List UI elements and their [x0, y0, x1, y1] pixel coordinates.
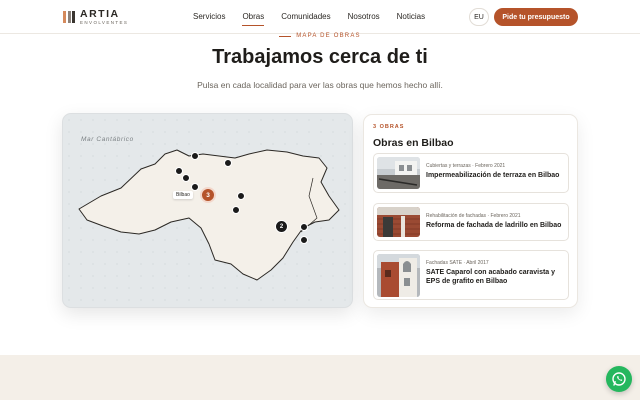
map-pin[interactable]	[175, 167, 183, 175]
work-thumbnail	[377, 207, 420, 237]
map-pin[interactable]	[224, 159, 232, 167]
eyebrow-divider	[279, 35, 292, 37]
sea-label: Mar Cantábrico	[81, 136, 134, 143]
work-thumbnail	[377, 157, 420, 189]
map-pin[interactable]	[300, 223, 308, 231]
map-pin[interactable]	[191, 183, 199, 191]
work-card[interactable]: Cubiertas y terrazas · Febrero 2021 Impe…	[373, 153, 569, 193]
work-title: Impermeabilización de terraza en Bilbao	[426, 172, 560, 179]
works-map[interactable]: Mar Cantábrico Bilbao 3 2	[62, 113, 353, 308]
bilbao-cluster-marker[interactable]: 3	[200, 187, 216, 203]
language-switch-button[interactable]: EU	[469, 8, 489, 26]
cluster-marker[interactable]: 2	[275, 220, 288, 233]
brand-logo[interactable]: ARTIA ENVOLVENTES	[63, 9, 128, 25]
work-meta: Fachadas SATE · Abril 2017	[426, 260, 489, 266]
whatsapp-button[interactable]	[606, 366, 632, 392]
work-thumbnail	[377, 254, 420, 297]
nav-item-comunidades[interactable]: Comunidades	[281, 12, 330, 21]
brand-name: ARTIA	[80, 8, 120, 20]
section-subtitle: Pulsa en cada localidad para ver las obr…	[197, 80, 443, 90]
nav-item-nosotros[interactable]: Nosotros	[348, 12, 380, 21]
work-title: Reforma de fachada de ladrillo en Bilbao	[426, 222, 562, 229]
map-pin[interactable]	[300, 236, 308, 244]
works-panel: 3 OBRAS Obras en Bilbao Cubiertas y terr…	[363, 114, 578, 308]
logo-mark-icon	[63, 11, 75, 23]
whatsapp-icon	[612, 372, 626, 386]
main-nav: Servicios Obras Comunidades Nosotros Not…	[193, 12, 442, 26]
site-header: ARTIA ENVOLVENTES Servicios Obras Comuni…	[0, 0, 640, 34]
nav-item-obras[interactable]: Obras	[242, 12, 264, 26]
map-pin[interactable]	[237, 192, 245, 200]
nav-item-servicios[interactable]: Servicios	[193, 12, 225, 21]
section-eyebrow: MAPA DE OBRAS	[0, 33, 640, 39]
work-title: SATE Caparol con acabado caravista y EPS…	[426, 269, 556, 286]
work-meta: Rehabilitación de fachadas · Febrero 202…	[426, 213, 521, 219]
eyebrow-text: MAPA DE OBRAS	[296, 33, 361, 39]
nav-item-noticias[interactable]: Noticias	[397, 12, 425, 21]
bilbao-map-label: Bilbao	[173, 191, 193, 199]
work-card[interactable]: Rehabilitación de fachadas · Febrero 202…	[373, 203, 569, 241]
map-pin[interactable]	[182, 174, 190, 182]
section-title: Trabajamos cerca de ti	[212, 46, 428, 68]
region-outline	[78, 149, 340, 281]
map-pin[interactable]	[232, 206, 240, 214]
next-section-band	[0, 355, 640, 400]
works-count: 3 OBRAS	[373, 124, 405, 130]
request-quote-button[interactable]: Pide tu presupuesto	[494, 8, 578, 26]
panel-title: Obras en Bilbao	[373, 137, 454, 149]
work-card[interactable]: Fachadas SATE · Abril 2017 SATE Caparol …	[373, 250, 569, 300]
work-meta: Cubiertas y terrazas · Febrero 2021	[426, 163, 506, 169]
brand-tagline: ENVOLVENTES	[80, 19, 129, 25]
map-pin[interactable]	[191, 152, 199, 160]
